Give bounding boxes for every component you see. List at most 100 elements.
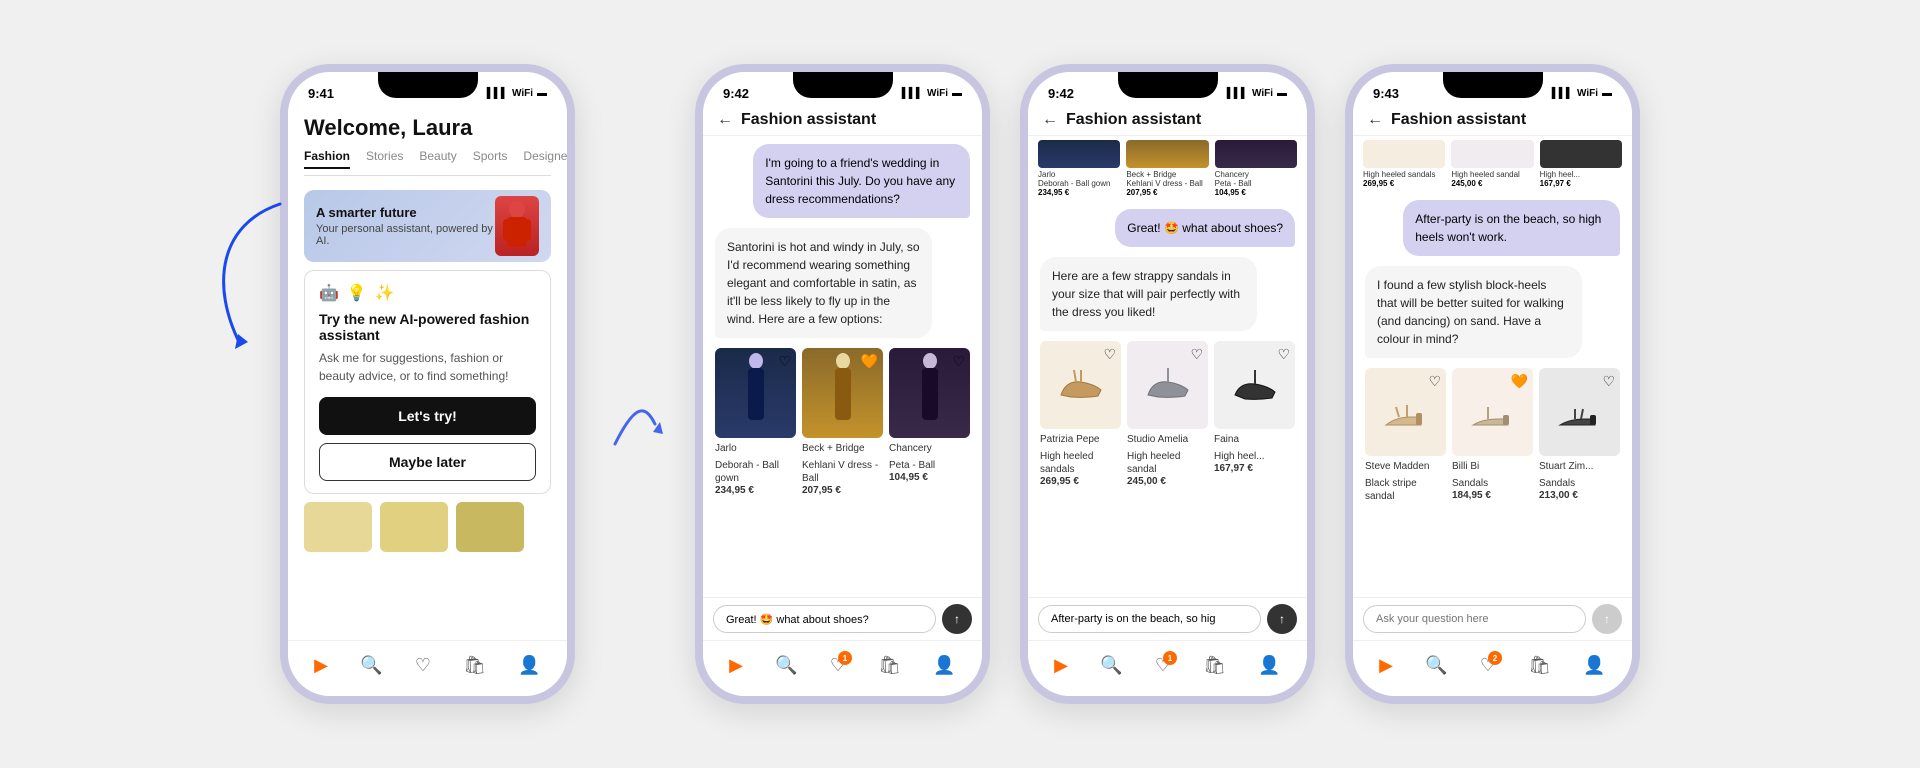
- play-icon-3: ▶: [1054, 655, 1068, 676]
- phones-row: 9:41 ▌▌▌ WiFi ▬ Welcome, Laura Fashion: [280, 64, 1640, 704]
- p1-content: Welcome, Laura Fashion Stories Beauty Sp…: [288, 105, 567, 552]
- p3-top-brand1: Jarlo: [1038, 170, 1120, 179]
- product-name-2-3: Peta - Ball: [889, 459, 970, 472]
- phone-1: 9:41 ▌▌▌ WiFi ▬ Welcome, Laura Fashion: [280, 64, 575, 704]
- card-desc: Ask me for suggestions, fashion or beaut…: [319, 349, 536, 385]
- lets-try-button[interactable]: Let's try!: [319, 397, 536, 435]
- p1-banner-text: A smarter future Your personal assistant…: [316, 205, 495, 247]
- user-icon-4: 👤: [1583, 655, 1605, 676]
- p4-top-img1: [1363, 140, 1445, 168]
- send-button-2[interactable]: ↑: [942, 604, 972, 634]
- bottom-nav-2: ▶ 🔍 ♡ 1 🛍 👤: [703, 640, 982, 696]
- product-card-3-1: ♡ Patrizia Pepe High heeled sandals: [1040, 341, 1121, 487]
- nav-play-3[interactable]: ▶: [1054, 655, 1068, 676]
- user-icon-2: 👤: [933, 655, 955, 676]
- heart-4-3[interactable]: ♡: [1602, 373, 1615, 390]
- shoe-img-4-2: 🧡: [1452, 368, 1533, 456]
- heart-3-1[interactable]: ♡: [1103, 346, 1116, 363]
- p3-top-strip: Jarlo Deborah - Ball gown 234,95 € Beck …: [1028, 136, 1307, 197]
- nav-bag-2[interactable]: 🛍: [878, 655, 901, 676]
- product-card-4-3: ♡ Stuart Zim... Sandals: [1539, 368, 1620, 504]
- battery-icon-1: ▬: [537, 88, 547, 99]
- p1-tabs: Fashion Stories Beauty Sports Designer: [304, 149, 551, 176]
- heart-3-2[interactable]: ♡: [1190, 346, 1203, 363]
- product-brand-2-3: Chancery: [889, 442, 970, 455]
- nav-heart-3[interactable]: ♡ 1: [1155, 655, 1171, 676]
- p3-top-price1: 234,95 €: [1038, 188, 1120, 197]
- heart-2-2[interactable]: 🧡: [861, 353, 878, 370]
- tab-stories[interactable]: Stories: [366, 149, 403, 169]
- nav-search-1[interactable]: 🔍: [360, 655, 382, 676]
- heart-4-1[interactable]: ♡: [1428, 373, 1441, 390]
- phone-3: 9:42 ▌▌▌ WiFi ▬ ← Fashion assistant: [1020, 64, 1315, 704]
- chat-input-2[interactable]: [713, 605, 936, 633]
- nav-user-3[interactable]: 👤: [1258, 655, 1280, 676]
- signal-icon-2: ▌▌▌: [902, 88, 923, 99]
- chat-input-4[interactable]: [1363, 605, 1586, 633]
- nav-user-2[interactable]: 👤: [933, 655, 955, 676]
- nav-play-4[interactable]: ▶: [1379, 655, 1393, 676]
- product-mini-3: [456, 502, 524, 552]
- p4-top-img3: [1540, 140, 1622, 168]
- send-button-4[interactable]: ↑: [1592, 604, 1622, 634]
- nav-bag-4[interactable]: 🛍: [1528, 655, 1551, 676]
- phone-4: 9:43 ▌▌▌ WiFi ▬ ← Fashion assistant: [1345, 64, 1640, 704]
- nav-heart-1[interactable]: ♡: [415, 655, 431, 676]
- nav-heart-4[interactable]: ♡ 2: [1480, 655, 1496, 676]
- heart-2-1[interactable]: ♡: [778, 353, 791, 370]
- product-name-3-1: High heeled sandals: [1040, 450, 1121, 476]
- product-brand-2-2: Beck + Bridge: [802, 442, 883, 455]
- bot-message-3: Here are a few strappy sandals in your s…: [1052, 269, 1240, 319]
- nav-play-2[interactable]: ▶: [729, 655, 743, 676]
- nav-user-1[interactable]: 👤: [518, 655, 540, 676]
- product-card-2-2: 🧡 Beck + Bridge Kehlani V dress - Ball 2…: [802, 348, 883, 496]
- back-button-4[interactable]: ←: [1367, 111, 1383, 129]
- time-3: 9:42: [1048, 86, 1074, 101]
- search-icon-4: 🔍: [1425, 655, 1447, 676]
- tab-sports[interactable]: Sports: [473, 149, 508, 169]
- welcome-title: Welcome, Laura: [304, 115, 551, 141]
- product-strip: [288, 502, 567, 552]
- phone-2-wrapper: 9:42 ▌▌▌ WiFi ▬ ← Fashion assistant: [695, 64, 990, 704]
- product-price-2-2: 207,95 €: [802, 485, 883, 496]
- nav-user-4[interactable]: 👤: [1583, 655, 1605, 676]
- banner-subtitle: Your personal assistant, powered by AI.: [316, 223, 495, 247]
- tab-beauty[interactable]: Beauty: [419, 149, 456, 169]
- p4-top-p2: High heeled sandal 245,00 €: [1451, 140, 1533, 188]
- product-brand-4-1: Steve Madden: [1365, 460, 1446, 473]
- nav-bag-1[interactable]: 🛍: [463, 655, 486, 676]
- nav-bag-3[interactable]: 🛍: [1203, 655, 1226, 676]
- p3-top-products: Jarlo Deborah - Ball gown 234,95 € Beck …: [1038, 140, 1297, 197]
- nav-heart-2[interactable]: ♡ 1: [830, 655, 846, 676]
- bag-icon-4: 🛍: [1528, 655, 1551, 676]
- main-scene: 9:41 ▌▌▌ WiFi ▬ Welcome, Laura Fashion: [0, 0, 1920, 768]
- nav-search-3[interactable]: 🔍: [1100, 655, 1122, 676]
- sparkle-icon: ✨: [375, 283, 395, 303]
- product-price-3-3: 167,97 €: [1214, 463, 1295, 474]
- nav-play-1[interactable]: ▶: [314, 655, 328, 676]
- p3-top-img2: [1126, 140, 1208, 168]
- nav-search-4[interactable]: 🔍: [1425, 655, 1447, 676]
- tab-designer[interactable]: Designer: [523, 149, 567, 169]
- heart-4-2[interactable]: 🧡: [1511, 373, 1528, 390]
- nav-search-2[interactable]: 🔍: [775, 655, 797, 676]
- signal-icon-1: ▌▌▌: [487, 88, 508, 99]
- shoe-svg-3-3: [1230, 360, 1280, 410]
- heart-3-3[interactable]: ♡: [1277, 346, 1290, 363]
- p4-top-name3: High heel...: [1540, 170, 1622, 179]
- notch-1: [378, 72, 478, 98]
- heart-2-3[interactable]: ♡: [952, 353, 965, 370]
- status-icons-1: ▌▌▌ WiFi ▬: [487, 88, 547, 99]
- p1-banner: A smarter future Your personal assistant…: [304, 190, 551, 262]
- back-button-3[interactable]: ←: [1042, 111, 1058, 129]
- back-button-2[interactable]: ←: [717, 111, 733, 129]
- bot-message-2-1: Santorini is hot and windy in July, so I…: [727, 240, 920, 326]
- shoe-img-3-1: ♡: [1040, 341, 1121, 429]
- phone-2: 9:42 ▌▌▌ WiFi ▬ ← Fashion assistant: [695, 64, 990, 704]
- maybe-later-button[interactable]: Maybe later: [319, 443, 536, 481]
- signal-icon-3: ▌▌▌: [1227, 88, 1248, 99]
- send-button-3[interactable]: ↑: [1267, 604, 1297, 634]
- tab-fashion[interactable]: Fashion: [304, 149, 350, 169]
- badge-heart-4: 2: [1488, 651, 1502, 665]
- chat-input-3[interactable]: [1038, 605, 1261, 633]
